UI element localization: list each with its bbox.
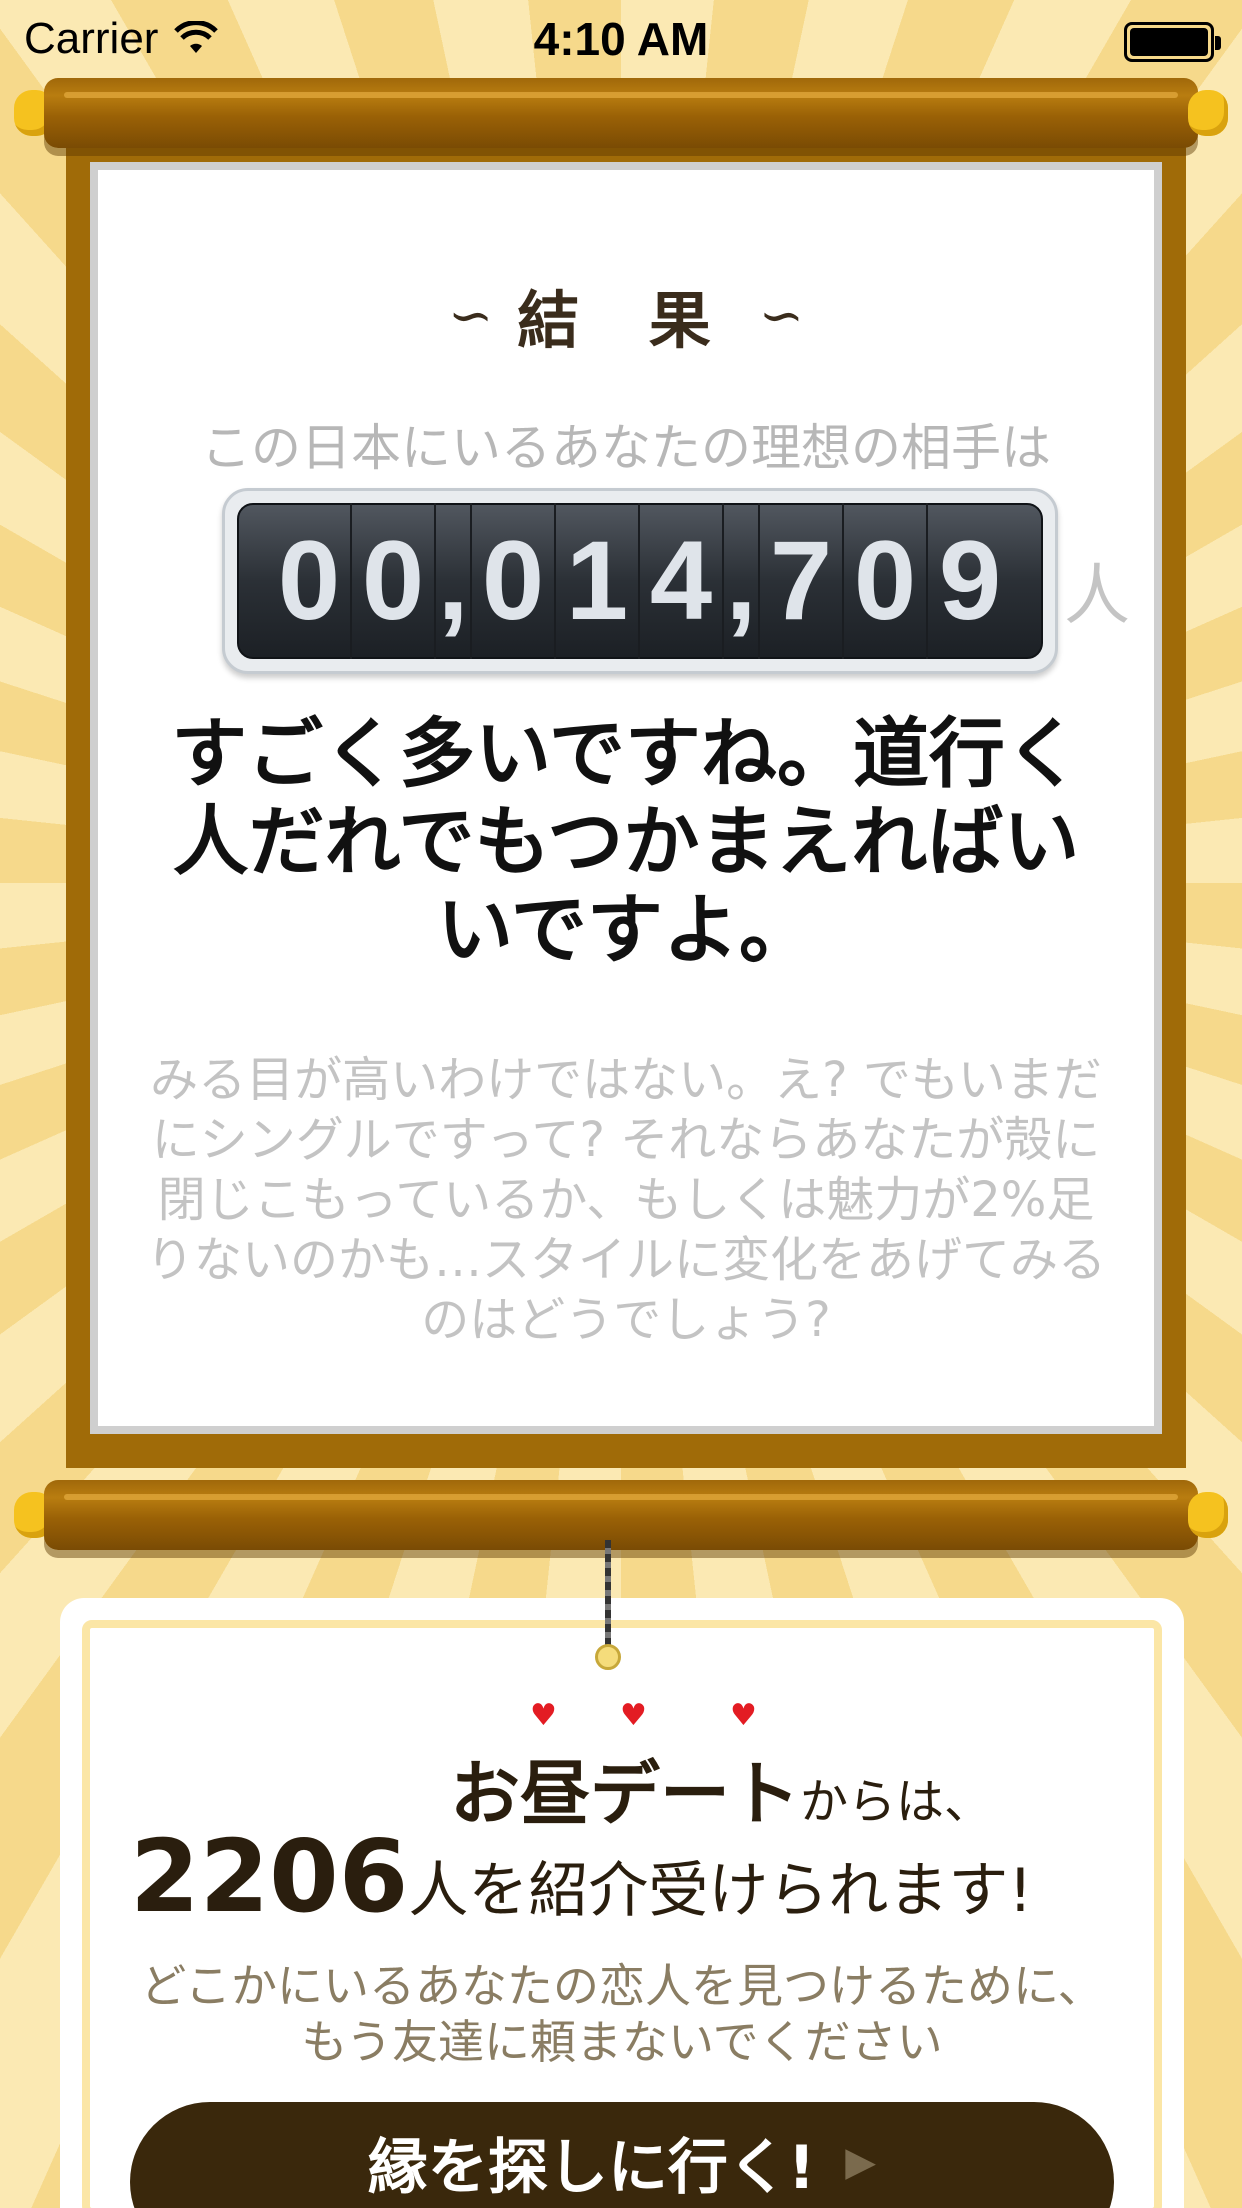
referral-count: 2206人を紹介受けられます! [130, 1818, 1033, 1935]
counter-digit: 0 [352, 503, 436, 659]
counter-digit: 0 [844, 503, 928, 659]
clock: 4:10 AM [533, 13, 709, 65]
counter-separator: , [724, 503, 760, 659]
status-bar: Carrier 4:10 AM [0, 0, 1242, 80]
counter-display: 00,014,709 [237, 503, 1043, 659]
find-match-button[interactable]: 縁を探しに行く! ▶ [130, 2102, 1114, 2208]
counter-digit: 4 [640, 503, 724, 659]
counter-digit: 7 [760, 503, 844, 659]
play-arrow-icon: ▶ [845, 2139, 877, 2185]
battery-icon [1124, 22, 1221, 62]
counter-separator: , [436, 503, 472, 659]
flourish-left-icon: ∽ [447, 283, 494, 347]
heart-icon: ♥ [620, 1698, 647, 1733]
result-title: ∽ 結 果 ∽ [447, 283, 805, 358]
scroll-rod-bottom [14, 1480, 1228, 1550]
hanging-string [605, 1540, 611, 1660]
match-counter: 00,014,709 [222, 488, 1058, 674]
promo-card: ♥ ♥ ♥ お昼デートからは、 2206人を紹介受けられます! どこかにいるあな… [60, 1598, 1184, 2208]
counter-digit: 0 [472, 503, 556, 659]
counter-digit: 9 [938, 518, 1002, 643]
result-scroll: ∽ 結 果 ∽ この日本にいるあなたの理想の相手は 00,014,709 人 す… [66, 128, 1186, 1468]
result-detail: みる目が高いわけではない。え? でもいまだにシングルですって? それならあなたが… [145, 1052, 1106, 1348]
counter-digit: 1 [556, 503, 640, 659]
result-subtitle: この日本にいるあなたの理想の相手は [201, 419, 1051, 477]
rod-knob-right [1188, 1492, 1228, 1538]
rod-knob-right [1188, 90, 1228, 136]
result-paper: ∽ 結 果 ∽ この日本にいるあなたの理想の相手は 00,014,709 人 す… [90, 162, 1162, 1434]
flourish-right-icon: ∽ [758, 283, 805, 347]
string-bead [595, 1644, 621, 1670]
heart-icon: ♥ [530, 1698, 557, 1733]
result-message: すごく多いですね。道行く人だれでもつかまえればいいですよ。 [171, 709, 1081, 974]
counter-digit: 0 [268, 503, 352, 659]
scroll-rod-top [14, 78, 1228, 148]
promo-pitch: どこかにいるあなたの恋人を見つけるために、 もう友達に頼まないでください [140, 1959, 1104, 2069]
heart-icon: ♥ [730, 1698, 757, 1733]
counter-unit: 人 [1064, 557, 1130, 634]
